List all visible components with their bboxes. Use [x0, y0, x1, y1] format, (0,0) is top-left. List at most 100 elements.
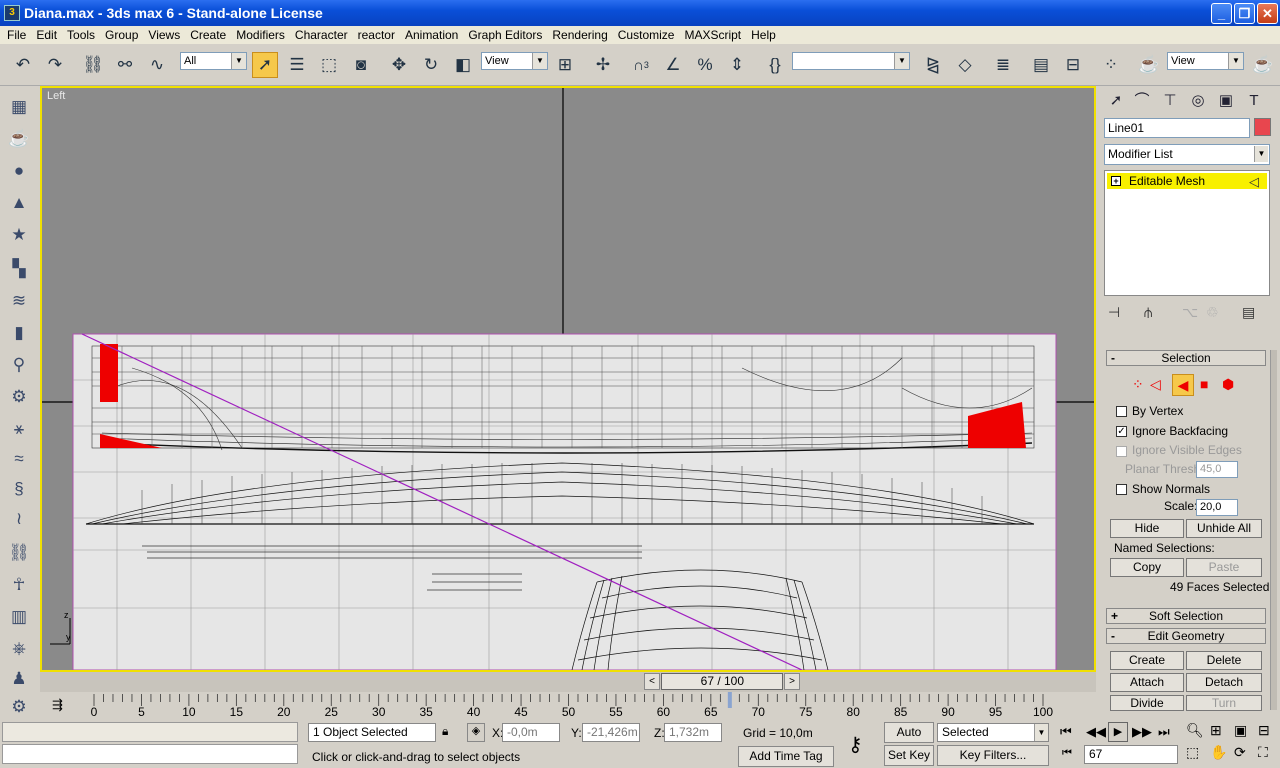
go-to-end-icon[interactable]: ⏭: [1158, 724, 1170, 740]
star-tool-icon[interactable]: ★: [6, 222, 32, 248]
divide-button[interactable]: Divide: [1110, 695, 1184, 711]
maxscript-listener-field[interactable]: [2, 722, 298, 742]
scale-icon[interactable]: ◧: [450, 52, 476, 78]
close-button[interactable]: ✕: [1257, 3, 1278, 24]
menu-tools[interactable]: Tools: [62, 28, 100, 42]
region-zoom-icon[interactable]: ⬚: [1186, 744, 1199, 761]
ignore-backfacing-checkbox[interactable]: ✓: [1116, 426, 1127, 437]
percent-snap-icon[interactable]: %: [692, 52, 718, 78]
maximize-button[interactable]: ❐: [1234, 3, 1255, 24]
spring-tool-icon[interactable]: §: [6, 476, 32, 502]
soft-selection-rollout-header[interactable]: + Soft Selection: [1106, 608, 1266, 624]
x-coordinate-field[interactable]: -0,0m: [502, 723, 560, 742]
object-name-field[interactable]: Line01: [1104, 118, 1250, 138]
polygon-mode-icon[interactable]: ■: [1200, 376, 1208, 392]
next-frame-icon[interactable]: ▶▶: [1132, 724, 1152, 740]
previous-frame-icon[interactable]: ◀◀: [1086, 724, 1106, 740]
wave-tool-icon[interactable]: ≈: [6, 446, 32, 472]
schematic-view-icon[interactable]: ⊟: [1060, 52, 1086, 78]
manipulate-icon[interactable]: ✢: [590, 52, 616, 78]
snaps-toggle-icon[interactable]: ∩ 3: [628, 52, 654, 78]
pin-stack-icon[interactable]: ⊣: [1108, 304, 1120, 321]
cylinder-tool-icon[interactable]: ▮: [6, 320, 32, 346]
menu-graph-editors[interactable]: Graph Editors: [463, 28, 547, 42]
pivot-center-icon[interactable]: ⊞: [552, 52, 578, 78]
add-time-tag-button[interactable]: Add Time Tag: [738, 746, 834, 767]
go-to-start-icon[interactable]: ⏮: [1060, 724, 1072, 740]
lock-selection-icon[interactable]: 🔒︎: [442, 724, 448, 739]
z-coordinate-field[interactable]: 1,732m: [664, 723, 722, 742]
light-tool-icon[interactable]: ⚲: [6, 352, 32, 378]
named-selection-dropdown[interactable]: ▼: [792, 52, 910, 70]
maxscript-input-field[interactable]: [2, 744, 298, 764]
modify-tab-icon[interactable]: ⌒: [1130, 90, 1154, 112]
object-color-swatch[interactable]: [1254, 118, 1271, 136]
create-tab-icon[interactable]: ➚: [1104, 90, 1128, 112]
spinner-snap-icon[interactable]: ⇕: [724, 52, 750, 78]
modifier-list-dropdown[interactable]: Modifier List ▼: [1104, 144, 1270, 165]
ripple-tool-icon[interactable]: ≀: [6, 506, 32, 532]
arc-rotate-icon[interactable]: ⟳: [1234, 744, 1246, 761]
set-key-button[interactable]: Set Key: [884, 745, 934, 766]
zoom-all-icon[interactable]: ⊞: [1210, 722, 1222, 739]
utilities-tab-icon[interactable]: T: [1242, 90, 1266, 112]
menu-customize[interactable]: Customize: [613, 28, 680, 42]
biped-tool-icon[interactable]: ☥: [6, 572, 32, 598]
delete-button[interactable]: Delete: [1186, 651, 1262, 670]
menu-reactor[interactable]: reactor: [353, 28, 400, 42]
key-filters-button[interactable]: Key Filters...: [937, 745, 1049, 766]
configure-modifier-sets-icon[interactable]: ▤: [1242, 304, 1255, 321]
command-panel-scrollbar[interactable]: [1270, 350, 1277, 710]
scale-spinner[interactable]: 20,0: [1196, 499, 1238, 516]
menu-rendering[interactable]: Rendering: [547, 28, 612, 42]
layer-manager-icon[interactable]: ≣: [990, 52, 1016, 78]
maximize-viewport-icon[interactable]: ⛶: [1258, 744, 1268, 761]
show-end-result-icon[interactable]: ⫛: [1144, 304, 1152, 321]
box-tool-icon[interactable]: ▦: [6, 94, 32, 120]
display-tab-icon[interactable]: ▣: [1214, 90, 1238, 112]
by-vertex-checkbox[interactable]: [1116, 406, 1127, 417]
set-key-icon[interactable]: ⚷: [848, 732, 863, 757]
angle-snap-icon[interactable]: ∠: [660, 52, 686, 78]
detach-button[interactable]: Detach: [1186, 673, 1262, 692]
move-icon[interactable]: ✥: [386, 52, 412, 78]
camera-tool-icon[interactable]: ⎈: [6, 636, 32, 662]
mini-curve-editor-icon[interactable]: ⇶: [52, 697, 63, 713]
menu-edit[interactable]: Edit: [31, 28, 62, 42]
menu-group[interactable]: Group: [100, 28, 143, 42]
next-frame-arrow-icon[interactable]: >: [784, 673, 800, 690]
menu-help[interactable]: Help: [746, 28, 781, 42]
menu-views[interactable]: Views: [143, 28, 185, 42]
teapot-tool-icon[interactable]: ☕: [6, 126, 32, 152]
material-editor-icon[interactable]: ⁘: [1098, 52, 1124, 78]
absolute-mode-icon[interactable]: ◈: [467, 723, 485, 742]
minimize-button[interactable]: _: [1211, 3, 1232, 24]
current-frame-field[interactable]: 67: [1084, 745, 1178, 764]
element-mode-icon[interactable]: ⬢: [1222, 376, 1234, 393]
settings-tool-icon[interactable]: ⚙: [6, 694, 32, 720]
hierarchy-tab-icon[interactable]: ⊤: [1158, 90, 1182, 112]
render-scene-icon[interactable]: ☕: [1136, 52, 1162, 78]
menu-create[interactable]: Create: [185, 28, 231, 42]
curve-editor-icon[interactable]: ▤: [1028, 52, 1054, 78]
window-crossing-icon[interactable]: ◙: [348, 52, 374, 78]
stack-item-editable-mesh[interactable]: Editable Mesh: [1107, 173, 1267, 189]
render-view-dropdown[interactable]: View ▼: [1167, 52, 1244, 70]
motion-tab-icon[interactable]: ◎: [1186, 90, 1210, 112]
gear-tool-icon[interactable]: ⚙: [6, 384, 32, 410]
bone-tool-icon[interactable]: ⚹: [6, 416, 32, 442]
face-mode-icon[interactable]: ◀: [1172, 374, 1194, 396]
track-bar[interactable]: 0 5 10 15 20 25 30 35 40 45 50 55 60 65 70 75 80 85 90 95 10…: [40, 692, 1096, 720]
expand-icon[interactable]: +: [1111, 176, 1121, 186]
select-object-icon[interactable]: ➚: [252, 52, 278, 78]
quick-render-icon[interactable]: ☕: [1250, 52, 1276, 78]
rectangular-region-icon[interactable]: ⬚: [316, 52, 342, 78]
key-mode-toggle-icon[interactable]: ⏮: [1062, 747, 1072, 760]
key-mode-dropdown[interactable]: Selected ▼: [937, 723, 1049, 742]
patch-tool-icon[interactable]: ▥: [6, 604, 32, 630]
sphere-tool-icon[interactable]: ●: [6, 158, 32, 184]
time-slider-track[interactable]: < 67 / 100 >: [40, 672, 1096, 692]
menu-file[interactable]: File: [2, 28, 31, 42]
edit-named-selections-icon[interactable]: {}: [762, 52, 788, 78]
auto-key-button[interactable]: Auto Key: [884, 722, 934, 758]
